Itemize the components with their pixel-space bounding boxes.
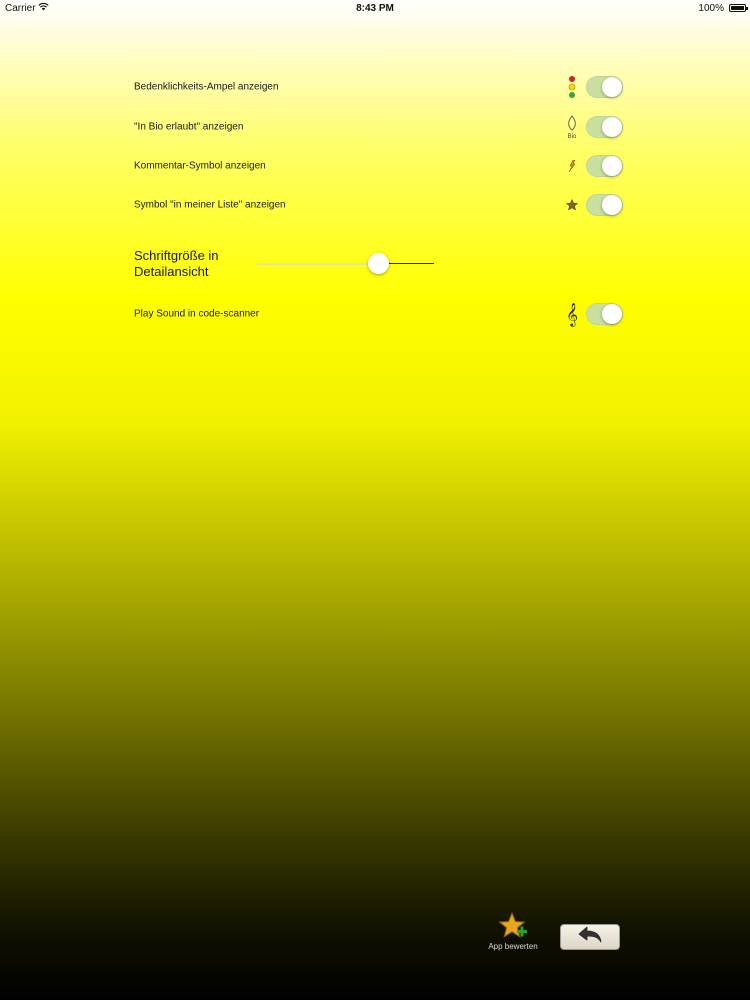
setting-row-bio: "In Bio erlaubt" anzeigen Bio	[134, 112, 624, 142]
kommentar-toggle[interactable]	[586, 155, 623, 177]
rate-app-button[interactable]: App bewerten	[483, 911, 543, 954]
back-button[interactable]	[560, 924, 620, 950]
setting-row-sound: Play Sound in code-scanner 𝄞	[134, 299, 624, 329]
status-time: 8:43 PM	[356, 3, 394, 14]
slider-track-filled	[257, 263, 377, 265]
font-size-label: Schriftgröße in Detailansicht	[134, 248, 219, 279]
bio-leaf-icon: Bio	[562, 114, 582, 140]
treble-clef-icon: 𝄞	[566, 302, 578, 326]
sound-toggle[interactable]	[586, 303, 623, 325]
setting-row-ampel: Bedenklichkeits-Ampel anzeigen	[134, 72, 624, 102]
setting-label-kommentar: Kommentar-Symbol anzeigen	[134, 160, 266, 172]
font-size-slider-thumb[interactable]	[368, 253, 389, 274]
font-size-setting: Schriftgröße in Detailansicht	[134, 248, 444, 282]
rate-app-label: App bewerten	[488, 942, 538, 951]
setting-label-ampel: Bedenklichkeits-Ampel anzeigen	[134, 81, 279, 93]
setting-row-kommentar: Kommentar-Symbol anzeigen	[134, 151, 624, 181]
list-star-icon	[562, 192, 582, 218]
setting-row-liste: Symbol "in meiner Liste" anzeigen	[134, 190, 624, 220]
bio-icon-text: Bio	[568, 134, 577, 140]
ampel-toggle[interactable]	[586, 76, 623, 98]
status-bar: Carrier 8:43 PM 100%	[0, 0, 750, 16]
bio-toggle[interactable]	[586, 116, 623, 138]
setting-label-sound: Play Sound in code-scanner	[134, 308, 260, 320]
battery-percent: 100%	[698, 3, 724, 14]
liste-toggle[interactable]	[586, 194, 623, 216]
setting-label-bio: "In Bio erlaubt" anzeigen	[134, 121, 244, 133]
comment-star-icon	[562, 153, 582, 179]
star-plus-icon	[498, 911, 528, 940]
back-arrow-icon	[577, 926, 603, 949]
traffic-light-icon	[562, 74, 582, 100]
battery-icon	[729, 4, 748, 12]
setting-label-liste: Symbol "in meiner Liste" anzeigen	[134, 199, 286, 211]
